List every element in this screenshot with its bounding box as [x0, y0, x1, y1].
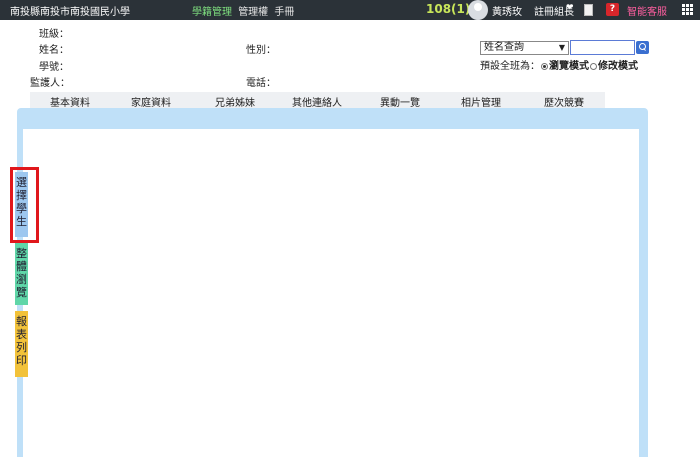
side-char: 瀏: [16, 273, 27, 286]
dropdown-arrow-icon: ▼: [558, 43, 565, 52]
tab-other-contacts[interactable]: 其他連絡人: [292, 94, 342, 109]
avatar[interactable]: [468, 0, 488, 20]
search-icon[interactable]: [636, 41, 649, 54]
browse-mode-radio[interactable]: [541, 62, 548, 70]
guardian-label: 監護人：: [30, 78, 70, 89]
tab-competitions[interactable]: 歷次競賽: [544, 94, 584, 109]
apps-grid-icon[interactable]: [682, 4, 694, 16]
document-icon[interactable]: [584, 4, 593, 16]
edit-mode-radio[interactable]: [590, 62, 597, 70]
tab-changes[interactable]: 異動一覽: [380, 94, 420, 109]
side-char: 報: [16, 315, 27, 328]
gender-label: 性別：: [246, 45, 276, 56]
mode-selector: 預設全班為： 瀏覽模式 修改模式: [480, 57, 638, 72]
search-type-select[interactable]: 姓名查詢 ▼: [480, 41, 569, 55]
nav-permissions[interactable]: 管理權: [238, 7, 268, 18]
side-char: 整: [16, 247, 27, 260]
browse-mode-label[interactable]: 瀏覽模式: [549, 61, 589, 72]
tab-family-info[interactable]: 家庭資料: [131, 94, 171, 109]
top-nav: 學籍管理 管理權 手冊: [192, 3, 297, 18]
school-name: 南投縣南投市南投國民小學: [10, 7, 130, 18]
tab-siblings[interactable]: 兄弟姊妹: [215, 94, 255, 109]
tab-basic-info[interactable]: 基本資料: [50, 94, 90, 109]
class-label: 班級：: [39, 29, 69, 40]
phone-label: 電話：: [246, 78, 276, 89]
side-char: 覽: [16, 286, 27, 299]
user-name[interactable]: 黃琇玫: [492, 3, 522, 18]
side-tab-overall-browse[interactable]: 整 體 瀏 覽: [15, 243, 28, 305]
edit-mode-label[interactable]: 修改模式: [598, 61, 638, 72]
search-input[interactable]: [570, 40, 635, 55]
student-id-label: 學號：: [39, 62, 69, 73]
chevron-down-icon[interactable]: ❤: [566, 3, 574, 13]
record-tabs: 基本資料 家庭資料 兄弟姊妹 其他連絡人 異動一覽 相片管理 歷次競賽: [30, 92, 605, 109]
search-type-value: 姓名查詢: [484, 42, 524, 53]
highlight-box: [10, 167, 39, 243]
side-char: 列: [16, 341, 27, 354]
nav-student-records[interactable]: 學籍管理: [192, 7, 232, 18]
side-tab-report-print[interactable]: 報 表 列 印: [15, 311, 28, 377]
name-label: 姓名：: [39, 45, 69, 56]
side-char: 體: [16, 260, 27, 273]
default-class-label: 預設全班為：: [480, 61, 540, 72]
help-icon[interactable]: ?: [606, 3, 619, 16]
content-area: [23, 129, 639, 457]
side-char: 表: [16, 328, 27, 341]
school-year: 108(1): [426, 2, 471, 16]
top-bar: 南投縣南投市南投國民小學 學籍管理 管理權 手冊 108(1) 黃琇玫 註冊組長…: [0, 0, 700, 20]
tab-photos[interactable]: 相片管理: [461, 94, 501, 109]
nav-manual[interactable]: 手冊: [274, 7, 294, 18]
smart-service-link[interactable]: 智能客服: [627, 3, 667, 18]
side-char: 印: [16, 354, 27, 367]
